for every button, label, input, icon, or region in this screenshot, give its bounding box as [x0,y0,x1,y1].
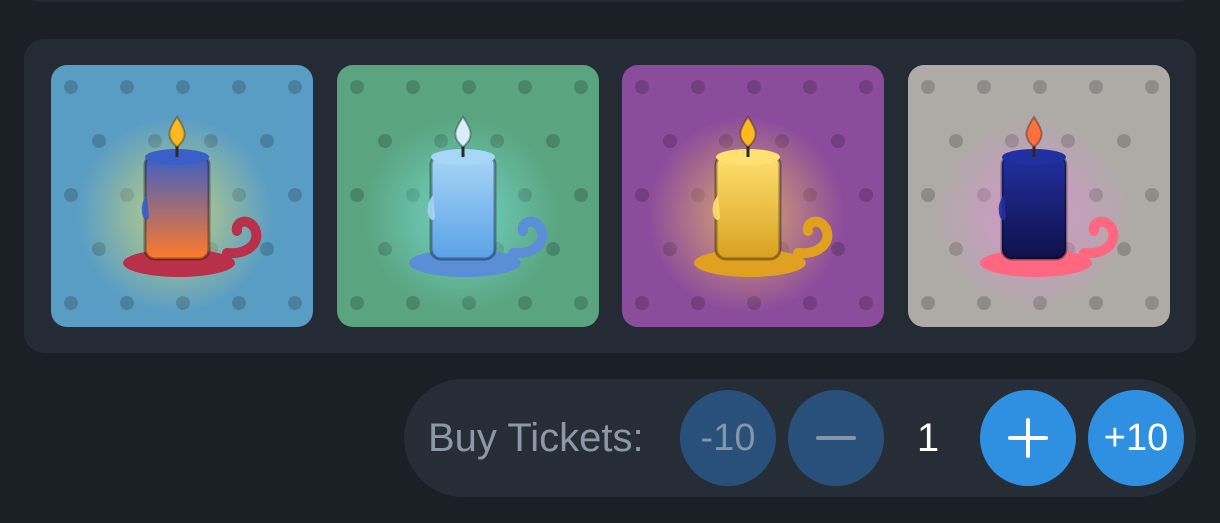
buy-tickets-label: Buy Tickets: [428,416,644,460]
ticket-quantity: 1 [916,416,940,460]
candle-tile-1[interactable] [51,65,313,327]
candle-skull-art [622,65,884,327]
plus-icon [1008,418,1048,458]
decrement-button[interactable] [788,390,884,486]
candle-sword-art [908,65,1170,327]
plus-ten-label: +10 [1103,417,1169,459]
buy-tickets-bar: Buy Tickets: -10 1 +10 [404,379,1196,497]
minus-ten-button[interactable]: -10 [680,390,776,486]
candle-tile-3[interactable] [622,65,884,327]
candle-gallery [24,39,1196,353]
minus-ten-label: -10 [700,417,756,459]
increment-button[interactable] [980,390,1076,486]
minus-icon [816,436,856,440]
candle-tile-2[interactable] [337,65,599,327]
plus-ten-button[interactable]: +10 [1088,390,1184,486]
candle-shell-art [337,65,599,327]
candle-spider-art [51,65,313,327]
top-panel [22,0,1196,2]
candle-tile-4[interactable] [908,65,1170,327]
